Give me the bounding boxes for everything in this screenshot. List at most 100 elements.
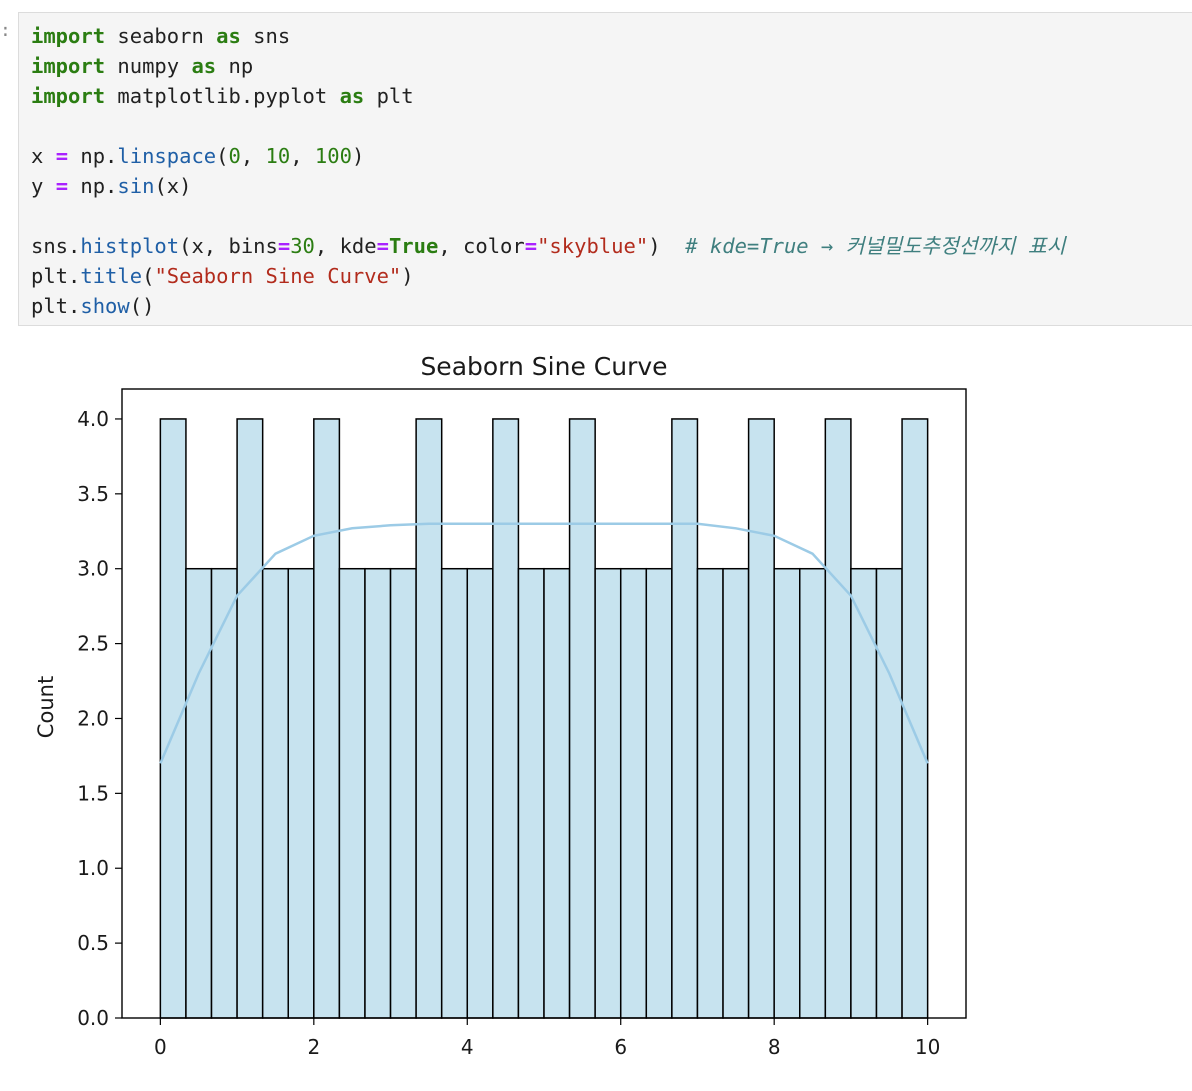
code-token: sns.: [31, 234, 81, 258]
code-token: as: [191, 54, 217, 78]
code-line: y = np.sin(x): [31, 171, 1065, 201]
histogram-bar: [389, 567, 417, 1019]
code-token: (x, bins: [179, 234, 278, 258]
code-token: np: [216, 54, 254, 78]
histogram-bar: [517, 567, 545, 1019]
code-token: (: [216, 144, 229, 168]
code-token: plt: [364, 84, 414, 108]
code-token: ): [648, 234, 686, 258]
y-tick-label: 3.0: [77, 557, 109, 581]
code-token: sns: [240, 24, 291, 48]
code-token: (): [129, 294, 155, 318]
code-token: seaborn: [105, 24, 217, 48]
code-editor[interactable]: import seaborn as sns import numpy as np i…: [31, 21, 1065, 321]
y-axis-ticks: 0.0 0.5 1.0 1.5 2.0 2.5 3.0 3.5 4.0: [77, 407, 122, 1030]
histogram-bar: [364, 567, 392, 1019]
histogram-bar: [440, 567, 469, 1019]
code-token: as: [216, 24, 241, 48]
code-token: np.: [68, 144, 118, 168]
code-token: =: [524, 234, 538, 258]
y-tick-label: 1.0: [77, 856, 109, 880]
code-token: import: [31, 24, 106, 48]
y-tick-label: 3.5: [77, 482, 109, 506]
code-token: "skyblue": [537, 234, 649, 258]
code-token: ,: [240, 144, 266, 168]
code-token: histplot: [80, 234, 180, 258]
code-token: ): [351, 144, 365, 168]
code-cell[interactable]: import seaborn as sns import numpy as np i…: [18, 12, 1192, 326]
y-tick-label: 2.0: [77, 706, 109, 730]
histogram-bar: [236, 418, 264, 1019]
code-line: import numpy as np: [31, 51, 1065, 81]
histogram-bar: [875, 567, 903, 1019]
histogram-bar: [619, 567, 648, 1019]
code-token: x: [31, 144, 56, 168]
code-token: =: [55, 144, 69, 168]
histogram-bar: [799, 567, 827, 1019]
histogram-bar: [415, 418, 443, 1019]
y-axis-label: Count: [34, 676, 58, 738]
histogram-bar: [185, 567, 213, 1019]
histogram-bar: [313, 418, 341, 1019]
code-token: plt.: [31, 294, 81, 318]
cell-prompt: :: [0, 20, 11, 41]
histogram-bar: [466, 567, 494, 1019]
code-token: =: [55, 174, 69, 198]
code-token: plt.: [31, 264, 81, 288]
histogram-bar: [338, 567, 366, 1019]
histogram-bar: [210, 567, 238, 1019]
histogram-bar: [850, 567, 878, 1019]
code-token: 0: [228, 144, 241, 168]
code-token: (: [142, 264, 155, 288]
code-token: ): [401, 264, 414, 288]
histogram-bar: [159, 418, 187, 1019]
y-tick-label: 4.0: [77, 407, 109, 431]
code-token: import: [31, 54, 106, 78]
histogram-bar: [824, 418, 852, 1019]
code-token: "Seaborn Sine Curve": [154, 264, 402, 288]
code-token: numpy: [105, 54, 192, 78]
x-tick-label: 4: [461, 1035, 474, 1059]
code-token: (x): [154, 174, 192, 198]
histogram-bar: [696, 567, 724, 1019]
chart-title: Seaborn Sine Curve: [420, 352, 667, 381]
histogram-bar: [594, 567, 622, 1019]
code-line: x = np.linspace(0, 10, 100): [31, 141, 1065, 171]
code-line: sns.histplot(x, bins=30, kde=True, color…: [31, 231, 1065, 261]
x-axis-ticks: 0 2 4 6 8 10: [154, 1018, 940, 1059]
code-token: show: [80, 294, 130, 318]
code-token: =: [376, 234, 389, 258]
histogram-bar: [722, 567, 750, 1019]
code-token: =: [277, 234, 291, 258]
histogram-chart: Seaborn Sine Curve Count 0 2 4 6 8 10 0.0 0.5 1…: [34, 352, 967, 1059]
code-line: import matplotlib.pyplot as plt: [31, 81, 1065, 111]
code-token: 10: [265, 144, 291, 168]
x-tick-label: 8: [768, 1035, 781, 1059]
code-token: sin: [117, 174, 155, 198]
y-tick-label: 0.0: [77, 1006, 109, 1030]
code-token: matplotlib.pyplot: [105, 84, 340, 108]
histogram-bar: [543, 567, 571, 1019]
histogram-bars: [159, 418, 929, 1019]
code-token: import: [31, 84, 106, 108]
code-token: # kde=True → 커널밀도추정선까지 표시: [685, 234, 1066, 258]
x-tick-label: 10: [915, 1035, 940, 1059]
y-tick-label: 0.5: [77, 931, 109, 955]
y-tick-label: 2.5: [77, 632, 109, 656]
histogram-bar: [568, 418, 596, 1019]
code-token: , kde: [314, 234, 377, 258]
x-tick-label: 0: [154, 1035, 167, 1059]
code-token: title: [80, 264, 143, 288]
histogram-bar: [901, 418, 929, 1019]
code-token: ,: [290, 144, 315, 168]
code-token: np.: [68, 174, 118, 198]
x-tick-label: 6: [614, 1035, 627, 1059]
y-tick-label: 1.5: [77, 781, 109, 805]
code-token: True: [388, 234, 439, 258]
histogram-bar: [773, 567, 801, 1019]
histogram-bar: [671, 418, 699, 1019]
code-token: , color: [438, 234, 525, 258]
x-tick-label: 2: [307, 1035, 320, 1059]
